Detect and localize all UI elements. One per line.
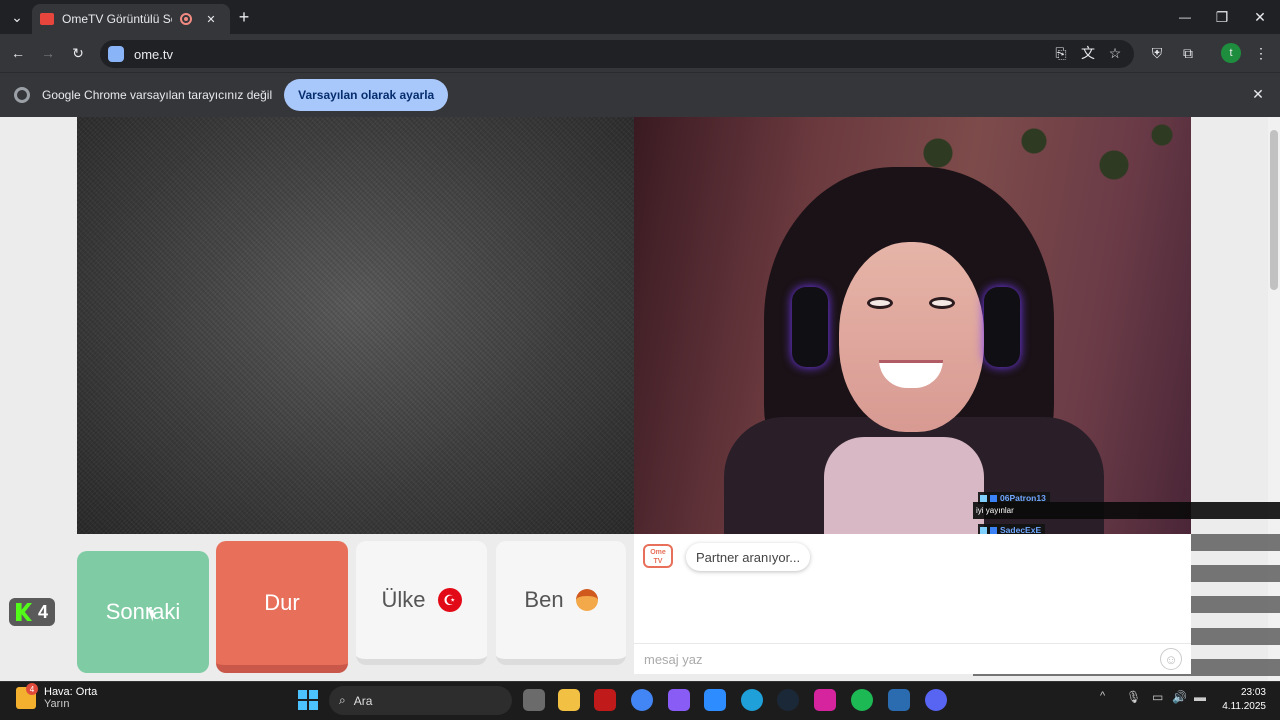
weather-badge: 4	[26, 683, 38, 695]
scrollbar-thumb[interactable]	[1270, 130, 1278, 290]
tray-chevron-icon[interactable]: ^	[1100, 690, 1105, 702]
forward-button[interactable]: →	[37, 42, 59, 64]
windows-start-icon[interactable]	[298, 690, 318, 710]
boy-avatar-icon	[575, 589, 598, 611]
weather-title: Hava: Orta	[44, 686, 98, 698]
recording-icon	[180, 13, 192, 25]
tab-search-button[interactable]: ⌄	[6, 6, 28, 28]
next-button[interactable]: Sonraki	[77, 551, 209, 673]
ometv-logo: Ome TV	[643, 544, 673, 568]
search-icon: ⌕	[339, 693, 346, 707]
partner-status-bubble: Partner aranıyor...	[686, 543, 811, 571]
headphone-right	[984, 287, 1020, 367]
battery-icon[interactable]: ▬	[1194, 690, 1206, 704]
minimize-button[interactable]: —	[1174, 6, 1196, 28]
microsoft-store-icon[interactable]	[704, 689, 726, 711]
browser-tab[interactable]: OmeTV Görüntülü Sohbet ✕	[32, 4, 230, 34]
chat-badge-icon	[990, 494, 997, 502]
shield-extension-icon[interactable]: ⛨	[1146, 42, 1168, 64]
chat-badge-icon	[990, 526, 997, 534]
tab-title: OmeTV Görüntülü Sohbet	[62, 12, 172, 26]
self-video	[634, 117, 1191, 534]
smile-shape	[879, 360, 943, 388]
profile-avatar[interactable]: t	[1221, 43, 1241, 63]
taskbar-search-label: Ara	[353, 693, 373, 708]
install-app-icon[interactable]: ⎘	[1050, 42, 1072, 64]
turkey-flag-icon: ☪	[437, 588, 462, 612]
static-noise	[77, 117, 634, 534]
country-button[interactable]: Ülke ☪	[356, 541, 487, 665]
kick-logo-icon	[15, 603, 32, 621]
infobar-close-button[interactable]: ✕	[1247, 83, 1269, 105]
tab-close-button[interactable]: ✕	[200, 8, 222, 30]
window-close-button[interactable]: ✕	[1249, 6, 1271, 28]
weather-widget[interactable]: 4 Hava: Orta Yarın	[16, 683, 98, 710]
network-icon[interactable]: ▭	[1152, 690, 1163, 704]
weather-icon: 4	[16, 683, 38, 709]
chrome-icon	[14, 87, 30, 103]
face-shape	[839, 242, 984, 432]
bookmark-star-icon[interactable]: ☆	[1104, 42, 1126, 64]
next-label: Sonraki	[105, 599, 181, 624]
headphone-left	[792, 287, 828, 367]
file-explorer-icon[interactable]	[558, 689, 580, 711]
app-icon[interactable]	[888, 689, 910, 711]
overlay-chat-message: iyi yayınlar	[973, 502, 1280, 519]
menu-more-icon[interactable]: ⋮	[1250, 42, 1272, 64]
discord-icon[interactable]	[925, 689, 947, 711]
taskbar-search[interactable]: ⌕ Ara	[329, 686, 512, 715]
eye-left	[867, 297, 893, 309]
edge-icon[interactable]	[741, 689, 763, 711]
country-label: Ülke	[381, 587, 426, 612]
set-default-button[interactable]: Varsayılan olarak ayarla	[284, 79, 449, 111]
spotify-icon[interactable]	[851, 689, 873, 711]
kick-viewer-count: 4	[37, 601, 48, 622]
chat-badge-icon	[980, 526, 987, 534]
clock-date: 4.11.2025	[1222, 701, 1266, 712]
instagram-icon[interactable]	[814, 689, 836, 711]
stop-label: Dur	[264, 590, 300, 615]
microphone-icon[interactable]: 🎙	[1126, 690, 1141, 704]
netflix-icon[interactable]	[594, 689, 616, 711]
default-browser-infobar: Google Chrome varsayılan tarayıcınız değ…	[0, 72, 1280, 117]
taskbar-clock[interactable]: 23:03 4.11.2025	[1212, 686, 1266, 714]
ometv-favicon-icon	[40, 13, 54, 25]
maximize-button[interactable]: ❐	[1211, 6, 1233, 28]
copilot-icon[interactable]	[668, 689, 690, 711]
chat-badge-icon	[980, 494, 987, 502]
weather-subtitle: Yarın	[44, 698, 70, 710]
kick-viewer-badge: 4	[9, 598, 55, 626]
back-button[interactable]: ←	[7, 42, 29, 64]
task-view-icon[interactable]	[523, 689, 545, 711]
address-bar[interactable]: ome.tv	[100, 40, 1134, 68]
extensions-puzzle-icon[interactable]: ⧉	[1177, 42, 1199, 64]
shirt-shape	[824, 437, 984, 534]
message-input[interactable]	[634, 643, 1191, 674]
translate-icon[interactable]: 文	[1077, 42, 1099, 64]
chevron-down-icon: ⌄	[11, 8, 23, 25]
stop-button[interactable]: Dur	[216, 541, 348, 673]
emoji-icon[interactable]: ☺	[1160, 648, 1182, 670]
chrome-taskbar-icon[interactable]	[631, 689, 653, 711]
infobar-message: Google Chrome varsayılan tarayıcınız değ…	[42, 88, 273, 102]
clock-time: 23:03	[1240, 687, 1266, 698]
site-info-icon[interactable]	[108, 46, 124, 62]
reload-button[interactable]: ↻	[67, 42, 89, 64]
url-text: ome.tv	[134, 46, 174, 62]
me-label: Ben	[524, 587, 564, 612]
steam-icon[interactable]	[777, 689, 799, 711]
me-button[interactable]: Ben	[496, 541, 626, 665]
volume-icon[interactable]: 🔊	[1172, 690, 1187, 704]
new-tab-button[interactable]: +	[233, 6, 255, 28]
eye-right	[929, 297, 955, 309]
